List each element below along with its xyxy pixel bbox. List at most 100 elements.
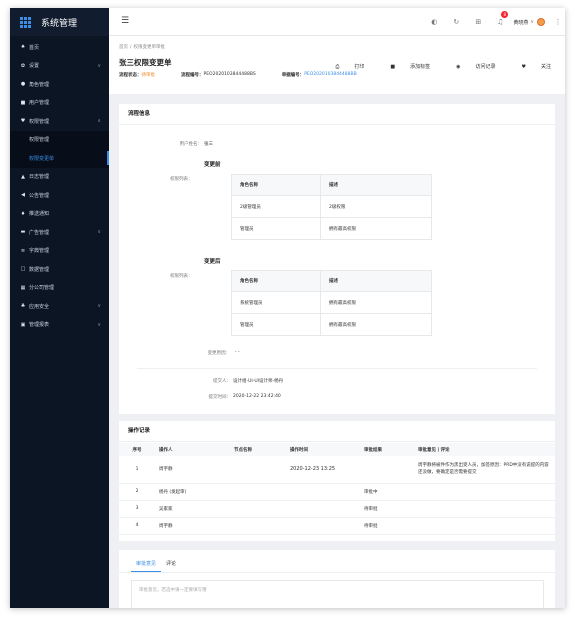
sidebar-item[interactable]: ♥ 权限管理 ∧ [10,112,109,131]
column-header: 角色名称 [231,174,321,196]
user-name-label: 用户姓名： [179,142,203,147]
row-number: 3 [119,500,155,518]
review-card: 审批意见 评论 审批意见，若选中请一定要填写哦 [119,550,555,608]
operator-cell: 周宇静 [155,517,230,535]
result-cell: 待审批 [360,500,414,518]
print-icon: ⎙ [335,64,340,70]
table-cell: 拥有最高权限 [320,217,432,240]
table-row: 系统管理员 拥有最高权限 [231,291,432,314]
sidebar-item-label: 分公司管理 [29,285,55,292]
comment-cell [414,500,555,518]
action-label: 关注 [540,64,551,70]
table-header-row: 序号 操作人 节点名称 操作时间 审批结果 审批意见丨评论 [119,443,555,456]
tab-divider [119,572,555,573]
column-header: 审批意见丨评论 [414,443,555,456]
sidebar-item[interactable]: ▦ 分公司管理 [10,279,109,298]
divider [137,368,537,369]
column-header: 描述 [320,270,432,292]
time-cell [286,517,360,535]
home-icon: ♠ [20,44,26,51]
sidebar-item[interactable]: ● 角色管理 [10,75,109,94]
sidebar-item[interactable]: 权限管理 [10,130,109,149]
node-cell [230,500,286,518]
sidebar-item[interactable]: ■ 用户管理 [10,94,109,113]
breadcrumb-current: 权限变更单审批 [133,45,166,50]
node-cell [230,456,286,484]
megaphone-icon: ◀ [21,192,25,199]
sidebar-item-label: 设置 [29,63,40,70]
app-title: 系统管理 [41,18,78,29]
bulb-icon[interactable]: ◐ [423,18,445,26]
sidebar-item[interactable]: ▣ 管理报表 ∨ [10,316,109,335]
sidebar-item-label: 字典管理 [29,248,50,255]
order-no-link[interactable]: PEO2020103844488BB [304,72,357,78]
app-window: 系统管理 ♠ 首页 ✿ 设置 ∨ ● 角色管理 ■ 用户管理 ♥ 权限管理 ∧ 权限管理 权限变更单 ▲ 日志… [10,8,565,608]
submit-time-value: 2020-12-22 23:42:40 [233,394,281,399]
table-cell: 2级管理员 [231,195,321,218]
add-tag-icon: ■ [390,64,396,70]
reason-value: - - [235,350,240,355]
chevron-icon: ∨ [97,62,101,69]
table-cell: 管理员 [231,313,321,336]
report-icon: ▣ [20,321,26,328]
sidebar-item[interactable]: ✿ 设置 ∨ [10,57,109,76]
refresh-icon[interactable]: ↻ [445,18,467,26]
main-content: 首页 / 权限变更单审批 张三权限变更单 流程状态： 待审批 流程编号： PEO20… [109,36,565,608]
more-icon[interactable]: ⋮ [551,18,565,26]
lock-icon: ♣ [20,303,26,310]
sidebar-item[interactable]: ♦ 推送通知 [10,205,109,224]
notification-badge: 8 [501,11,509,18]
approval-opinion-input[interactable]: 审批意见，若选中请一定要填写哦 [131,580,544,608]
sidebar-item-label: 权限变更单 [29,155,55,162]
avatar [537,18,545,26]
brand[interactable]: 系统管理 [10,8,109,36]
sidebar-item-label: 权限管理 [29,137,50,144]
chevron-icon: ∨ [97,229,101,236]
action-label: 打印 [354,64,365,70]
flow-no-label: 流程编号： [181,73,204,78]
after-section-title: 变更后 [204,259,221,265]
follow-button[interactable]: ♥ 关注 [509,63,552,70]
operator-cell: 杨丹 (发起审) [155,483,230,501]
menu-toggle-icon[interactable]: ☰ [121,16,129,26]
sidebar-item[interactable]: ≡ 字典管理 [10,242,109,261]
table-row: 1 周宇静 2020-12-23 13:25 周宇静将被件作为黑出受人员，加签原… [119,456,555,484]
add-tag-button[interactable]: ■ 添加标签 [377,63,430,70]
row-number: 2 [119,483,155,501]
sidebar-item[interactable]: □ 数据管理 [10,260,109,279]
print-button[interactable]: ⎙ 打印 [322,63,364,70]
status-badge: 待审批 [141,73,156,78]
sidebar-item[interactable]: ▬ 广告管理 ∨ [10,223,109,242]
page-header: 首页 / 权限变更单审批 张三权限变更单 流程状态： 待审批 流程编号： PEO20… [109,36,565,94]
sidebar-item[interactable]: ♣ 应用安全 ∨ [10,297,109,316]
chevron-down-icon: ∨ [530,19,534,25]
topbar: ☰ ◐ ↻ ⊞ ♫ 8 黄晓燕 ∨ ⋮ [109,8,565,36]
table-cell: 拥有最高权限 [320,291,432,314]
bell-icon: ♫ [497,18,504,26]
sidebar-item-label: 广告管理 [29,229,50,236]
column-header: 序号 [119,443,155,456]
before-section-title: 变更前 [204,162,221,168]
notification-button[interactable]: ♫ 8 [489,11,511,26]
reason-label: 变更原因： [207,351,231,356]
tab-approval-opinion[interactable]: 审批意见 [131,556,162,572]
operation-records-title: 操作记录 [119,421,555,442]
user-menu[interactable]: 黄晓燕 ∨ [513,18,545,26]
apps-icon[interactable]: ⊞ [467,18,489,26]
tab-comment[interactable]: 评论 [161,556,181,572]
flow-info-title: 流程信息 [119,104,555,125]
image-icon: ▬ [20,229,26,236]
sidebar-item[interactable]: ▲ 日志管理 [10,168,109,187]
chevron-icon: ∨ [97,321,101,328]
sidebar-item-label: 推送通知 [29,211,50,218]
result-cell [360,456,414,484]
sidebar-item[interactable]: 权限变更单 [10,149,109,168]
breadcrumb-home[interactable]: 首页 [119,45,128,50]
sidebar-item[interactable]: ♠ 首页 [10,38,109,57]
sidebar-item[interactable]: ◀ 公告管理 [10,186,109,205]
sidebar-item-label: 日志管理 [29,174,50,181]
time-cell [286,483,360,501]
sidebar: 系统管理 ♠ 首页 ✿ 设置 ∨ ● 角色管理 ■ 用户管理 ♥ 权限管理 ∧ 权限管理 权限变更单 ▲ 日志… [10,8,109,608]
table-row: 3 吴家家 待审批 [119,500,555,518]
history-button[interactable]: ◉ 访问记录 [443,63,495,70]
